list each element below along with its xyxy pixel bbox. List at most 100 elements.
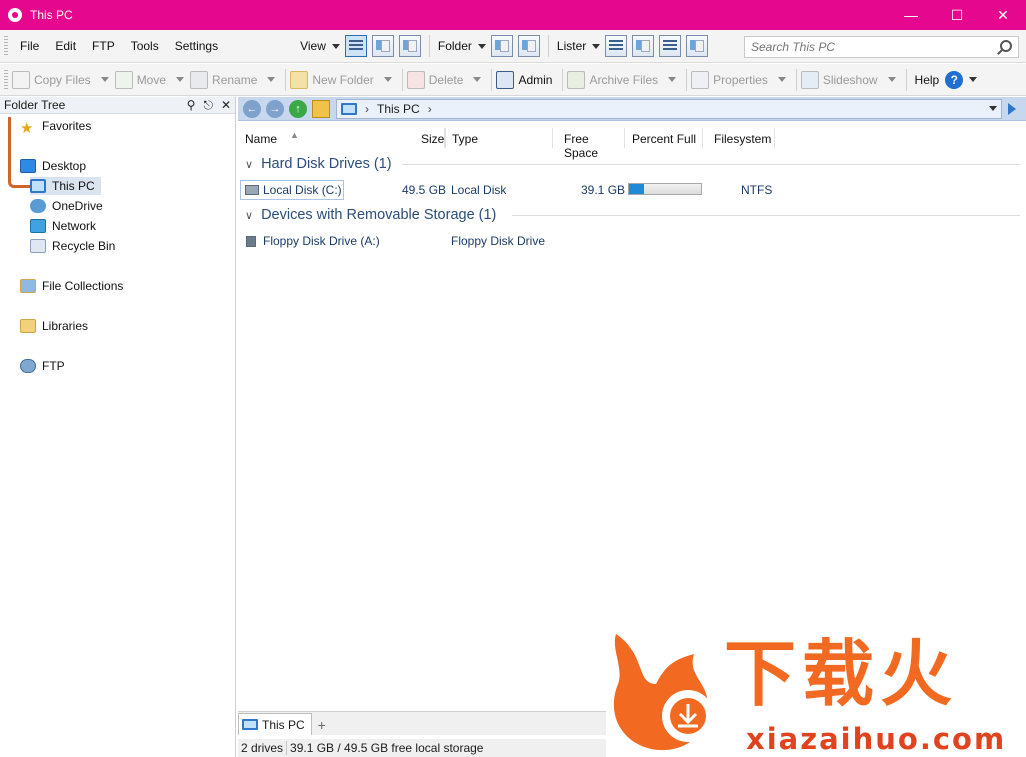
tab-this-pc[interactable]: This PC <box>238 713 312 735</box>
toolbar-separator <box>562 68 564 91</box>
chevron-down-icon <box>777 77 786 82</box>
breadcrumb-separator-icon[interactable]: › <box>428 102 432 116</box>
chevron-down-icon[interactable] <box>989 106 997 111</box>
help-icon: ? <box>945 70 964 89</box>
slideshow-button[interactable]: Slideshow <box>800 70 896 89</box>
chevron-down-icon <box>592 43 601 49</box>
dual-horizontal-icon[interactable] <box>490 35 513 57</box>
floppy-drive-icon <box>246 236 256 247</box>
collapse-chevron-icon[interactable]: ∨ <box>245 209 253 222</box>
power-view-icon[interactable] <box>371 35 394 57</box>
view-menu-button[interactable]: View <box>300 39 340 53</box>
tree-item-recycle-bin[interactable]: Recycle Bin <box>30 237 115 255</box>
menu-tools[interactable]: Tools <box>123 39 167 53</box>
collapse-chevron-icon[interactable]: ∨ <box>245 158 253 171</box>
rename-button[interactable]: Rename <box>190 70 276 89</box>
tree-item-network[interactable]: Network <box>30 217 96 235</box>
onedrive-icon <box>30 199 46 213</box>
column-size[interactable]: Size <box>421 132 444 146</box>
play-arrow-icon[interactable] <box>1008 102 1016 115</box>
move-button[interactable]: Move <box>114 70 185 89</box>
status-bar: 2 drives 39.1 GB / 49.5 GB free local st… <box>238 739 606 757</box>
properties-button[interactable]: Properties <box>691 70 786 89</box>
column-percent-full[interactable]: Percent Full <box>625 128 703 148</box>
list-layout-icon[interactable] <box>659 35 682 57</box>
group-header-hard-disks[interactable]: ∨ Hard Disk Drives (1) <box>245 156 392 172</box>
delete-label: Delete <box>428 72 464 87</box>
title-bar: This PC — ☐ ✕ <box>0 0 1026 30</box>
chevron-down-icon <box>473 77 482 82</box>
desktop-icon <box>20 159 36 173</box>
close-button[interactable]: ✕ <box>980 0 1026 30</box>
tree-item-label: Favorites <box>42 119 92 133</box>
search-icon[interactable]: ⚲ <box>187 98 196 113</box>
lister-label: Lister <box>556 39 587 53</box>
properties-icon <box>691 70 710 89</box>
minimize-button[interactable]: — <box>888 0 934 30</box>
drive-name[interactable]: Floppy Disk Drive (A:) <box>263 234 380 248</box>
toolbar-grip[interactable] <box>4 69 8 90</box>
tree-item-desktop[interactable]: Desktop <box>20 157 86 175</box>
search-box[interactable] <box>744 36 1019 58</box>
group-header-removable[interactable]: ∨ Devices with Removable Storage (1) <box>245 207 496 223</box>
status-drive-count: 2 drives <box>238 741 288 755</box>
single-lister-icon[interactable] <box>605 35 628 57</box>
folder-tree-title: Folder Tree <box>4 98 66 112</box>
viewer-pane-icon[interactable] <box>686 35 709 57</box>
watermark-url: xiazaihuo.com <box>746 722 1007 756</box>
menu-edit[interactable]: Edit <box>47 39 84 53</box>
recycle-bin-icon <box>30 239 46 253</box>
tree-item-label: Recycle Bin <box>52 239 116 253</box>
menu-file[interactable]: File <box>12 39 47 53</box>
search-input[interactable] <box>745 37 985 57</box>
help-label: Help <box>914 72 940 87</box>
column-filesystem[interactable]: Filesystem <box>703 128 775 148</box>
tree-item-libraries[interactable]: Libraries <box>20 317 88 335</box>
breadcrumb[interactable]: › This PC › <box>336 98 1002 119</box>
lister-menu-button[interactable]: Lister <box>556 39 601 53</box>
layout-icon[interactable] <box>632 35 655 57</box>
menu-settings[interactable]: Settings <box>167 39 226 53</box>
copy-icon <box>12 70 30 89</box>
computer-icon <box>242 719 258 730</box>
column-free-space[interactable]: Free Space <box>553 128 625 160</box>
help-button[interactable]: Help ? <box>914 70 978 89</box>
tree-item-ftp[interactable]: FTP <box>20 357 65 375</box>
tree-item-this-pc[interactable]: This PC <box>30 177 101 195</box>
tree-item-label: OneDrive <box>52 199 103 213</box>
move-label: Move <box>136 72 167 87</box>
details-view-icon[interactable] <box>344 35 367 57</box>
delete-icon <box>406 70 425 89</box>
search-icon[interactable] <box>1000 40 1012 52</box>
computer-icon <box>341 102 357 115</box>
column-type[interactable]: Type <box>445 128 553 148</box>
thumbnails-view-icon[interactable] <box>398 35 421 57</box>
new-folder-button[interactable]: New Folder <box>290 70 392 89</box>
drive-name[interactable]: Local Disk (C:) <box>263 183 342 197</box>
menu-ftp[interactable]: FTP <box>84 39 123 53</box>
drive-type: Local Disk <box>451 183 507 197</box>
up-arrow-icon[interactable]: ↑ <box>289 99 307 118</box>
tree-item-file-collections[interactable]: File Collections <box>20 277 123 295</box>
copy-files-button[interactable]: Copy Files <box>12 70 109 89</box>
admin-button[interactable]: Admin <box>496 70 552 89</box>
chevron-down-icon <box>176 77 185 82</box>
chevron-down-icon <box>331 43 340 49</box>
add-tab-button[interactable]: + <box>314 715 330 735</box>
folder-menu-button[interactable]: Folder <box>438 39 486 53</box>
dual-vertical-icon[interactable] <box>517 35 540 57</box>
back-arrow-icon[interactable]: ← <box>243 99 261 118</box>
maximize-button[interactable]: ☐ <box>934 0 980 30</box>
archive-files-button[interactable]: Archive Files <box>567 70 677 89</box>
favorites-star-icon[interactable] <box>312 99 330 118</box>
breadcrumb-segment[interactable]: This PC <box>377 102 420 116</box>
close-icon[interactable]: ✕ <box>221 98 231 113</box>
toolbar-grip[interactable] <box>4 36 8 56</box>
unlock-icon[interactable]: ⎋ <box>203 98 213 113</box>
tree-item-favorites[interactable]: ★ Favorites <box>20 117 92 137</box>
delete-button[interactable]: Delete <box>406 70 482 89</box>
tree-item-onedrive[interactable]: OneDrive <box>30 197 103 215</box>
forward-arrow-icon[interactable]: → <box>266 99 284 118</box>
percent-full-bar <box>628 183 702 195</box>
column-name[interactable]: Name ▲ <box>238 128 445 148</box>
